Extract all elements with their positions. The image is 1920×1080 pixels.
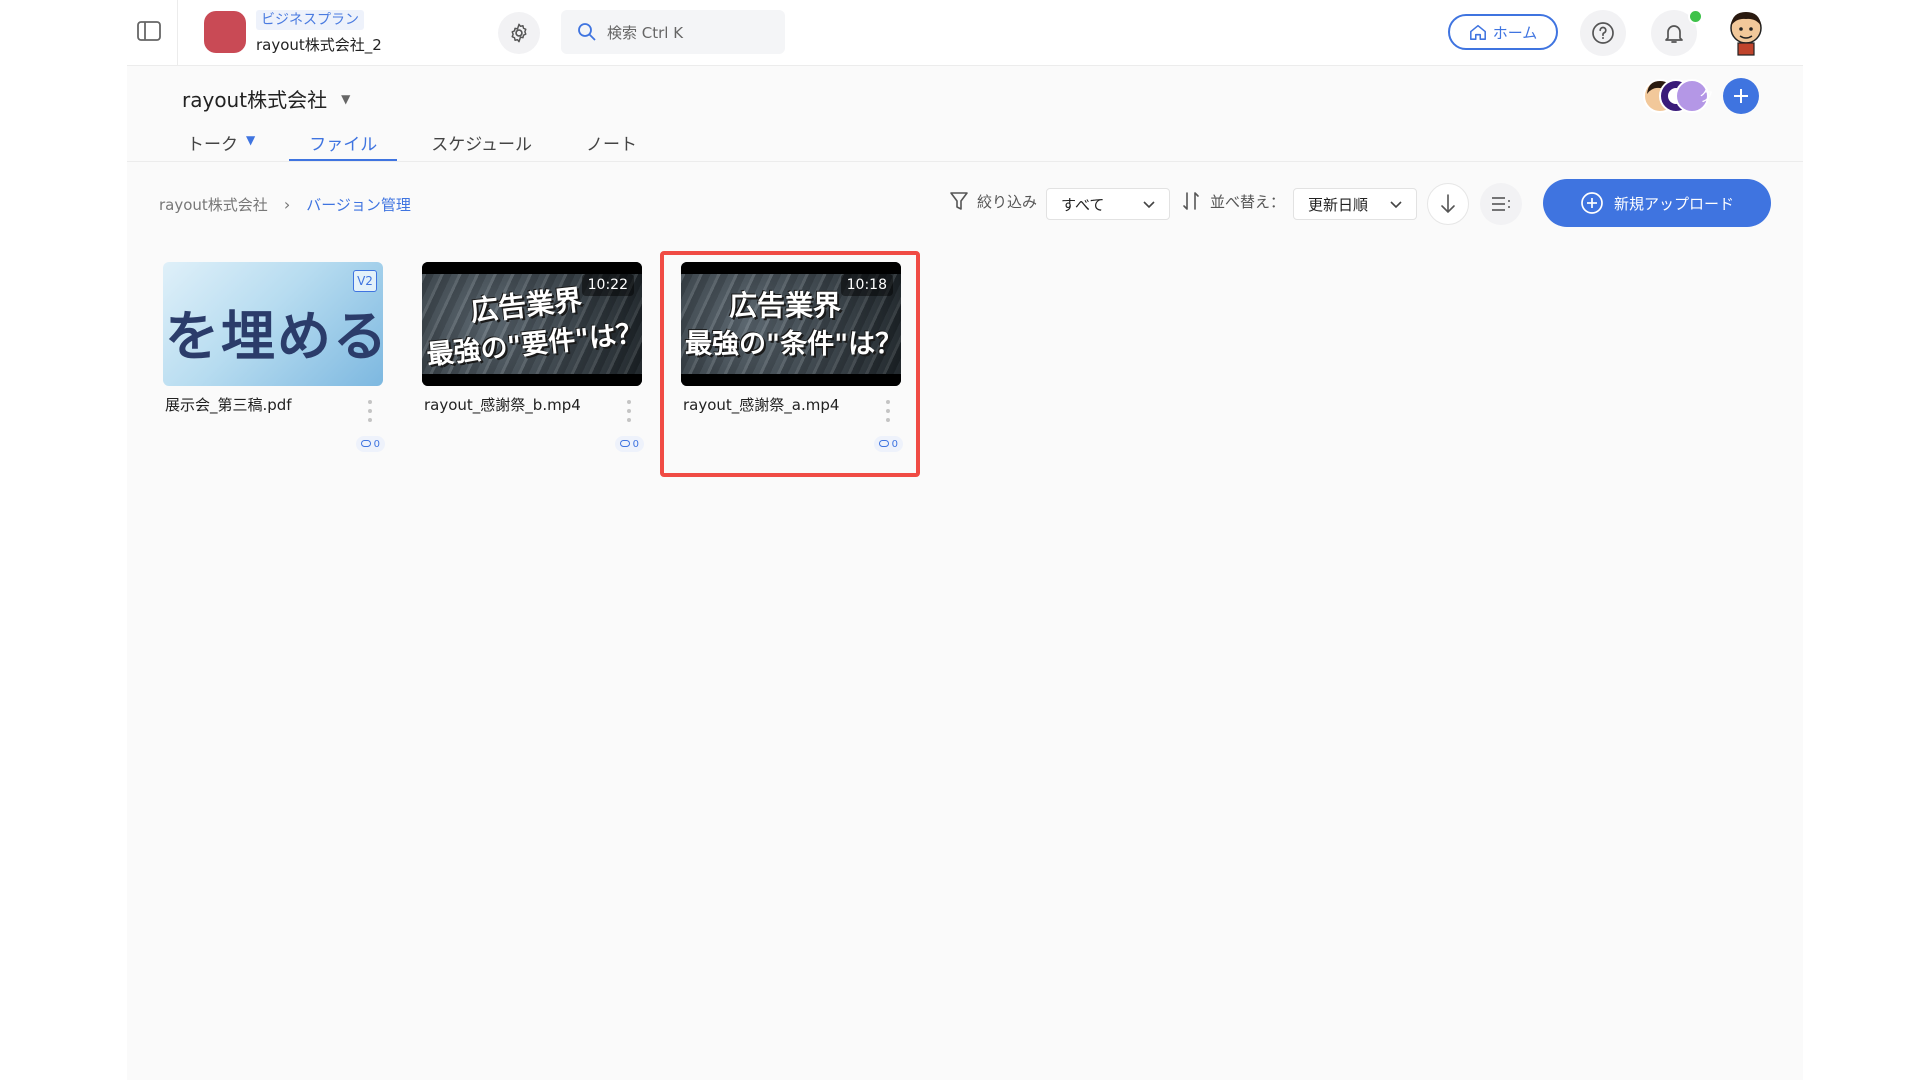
plus-icon — [1734, 89, 1748, 103]
plan-badge: ビジネスプラン — [256, 10, 364, 30]
file-thumbnail[interactable]: 広告業界 最強の"要件"は？ 10:22 — [422, 262, 642, 386]
more-options-icon[interactable] — [624, 400, 634, 422]
tab-files[interactable]: ファイル — [289, 122, 398, 162]
user-avatar[interactable] — [1722, 8, 1770, 58]
thumbnail-text: を埋める — [165, 304, 383, 368]
breadcrumb-root[interactable]: rayout株式会社 — [159, 194, 268, 215]
divider — [177, 0, 178, 66]
breadcrumb-current[interactable]: バージョン管理 — [306, 194, 411, 215]
more-options-icon[interactable] — [365, 400, 375, 422]
search-input[interactable]: 検索 Ctrl K — [561, 10, 785, 54]
help-button[interactable] — [1580, 10, 1626, 56]
sidebar-toggle-icon[interactable] — [136, 18, 162, 44]
selection-highlight — [660, 251, 920, 477]
workspace-selector[interactable]: rayout株式会社 ▼ — [182, 84, 350, 113]
add-member-button[interactable] — [1723, 78, 1759, 114]
chevron-down-icon — [1143, 201, 1155, 209]
chevron-right-icon: › — [283, 195, 291, 214]
help-icon — [1592, 22, 1614, 44]
comment-icon — [619, 439, 630, 447]
sort-label: 並べ替え： — [1180, 190, 1285, 212]
top-bar: ビジネスプラン rayout株式会社_2 検索 Ctrl K ホーム — [127, 0, 1803, 66]
tab-talk[interactable]: トーク ▼ — [167, 122, 275, 162]
arrow-down-icon — [1441, 194, 1455, 214]
member-initial: ク — [1699, 87, 1715, 105]
org-logo[interactable] — [204, 11, 246, 53]
comment-count-badge: 0 — [355, 436, 385, 452]
filter-select[interactable]: すべて — [1046, 188, 1170, 220]
caret-down-icon: ▼ — [246, 133, 256, 147]
home-label: ホーム — [1492, 23, 1538, 42]
search-icon — [578, 23, 596, 41]
caret-down-icon: ▼ — [341, 91, 351, 106]
bell-icon — [1665, 25, 1683, 43]
filter-icon — [950, 192, 968, 210]
plus-circle-icon — [1581, 192, 1603, 214]
search-placeholder: 検索 Ctrl K — [607, 23, 684, 42]
notification-dot — [1688, 9, 1703, 24]
sort-select[interactable]: 更新日順 — [1293, 188, 1417, 220]
list-view-icon — [1492, 197, 1510, 211]
comment-count-badge: 0 — [614, 436, 644, 452]
sort-direction-button[interactable] — [1427, 183, 1469, 225]
breadcrumb: rayout株式会社 › バージョン管理 — [159, 194, 411, 215]
sort-icon — [1183, 192, 1199, 210]
version-badge: V2 — [353, 270, 377, 292]
gear-icon — [511, 23, 527, 43]
app-window: ビジネスプラン rayout株式会社_2 検索 Ctrl K ホーム rayou… — [127, 0, 1803, 1080]
file-thumbnail[interactable]: を埋める V2 — [163, 262, 383, 386]
tab-schedule[interactable]: スケジュール — [411, 122, 552, 162]
filter-label: 絞り込み — [949, 190, 1037, 212]
home-icon — [1469, 24, 1486, 40]
org-name[interactable]: rayout株式会社_2 — [256, 34, 382, 55]
view-mode-button[interactable] — [1480, 183, 1522, 225]
tab-notes[interactable]: ノート — [566, 122, 657, 162]
tab-bar: トーク ▼ ファイル スケジュール ノート — [167, 122, 671, 162]
home-button[interactable]: ホーム — [1448, 14, 1558, 50]
workspace-title: rayout株式会社 — [182, 88, 328, 112]
divider — [127, 161, 1803, 162]
video-duration: 10:22 — [581, 274, 634, 296]
comment-icon — [360, 439, 371, 447]
file-name[interactable]: 展示会_第三稿.pdf — [165, 394, 292, 415]
chevron-down-icon — [1390, 201, 1402, 209]
file-name[interactable]: rayout_感謝祭_b.mp4 — [424, 394, 581, 415]
file-card[interactable]: 広告業界 最強の"要件"は？ 10:22 rayout_感謝祭_b.mp4 0 — [422, 262, 644, 452]
settings-button[interactable] — [498, 12, 540, 54]
file-card[interactable]: を埋める V2 展示会_第三稿.pdf 0 — [163, 262, 385, 452]
new-upload-button[interactable]: 新規アップロード — [1543, 179, 1771, 227]
